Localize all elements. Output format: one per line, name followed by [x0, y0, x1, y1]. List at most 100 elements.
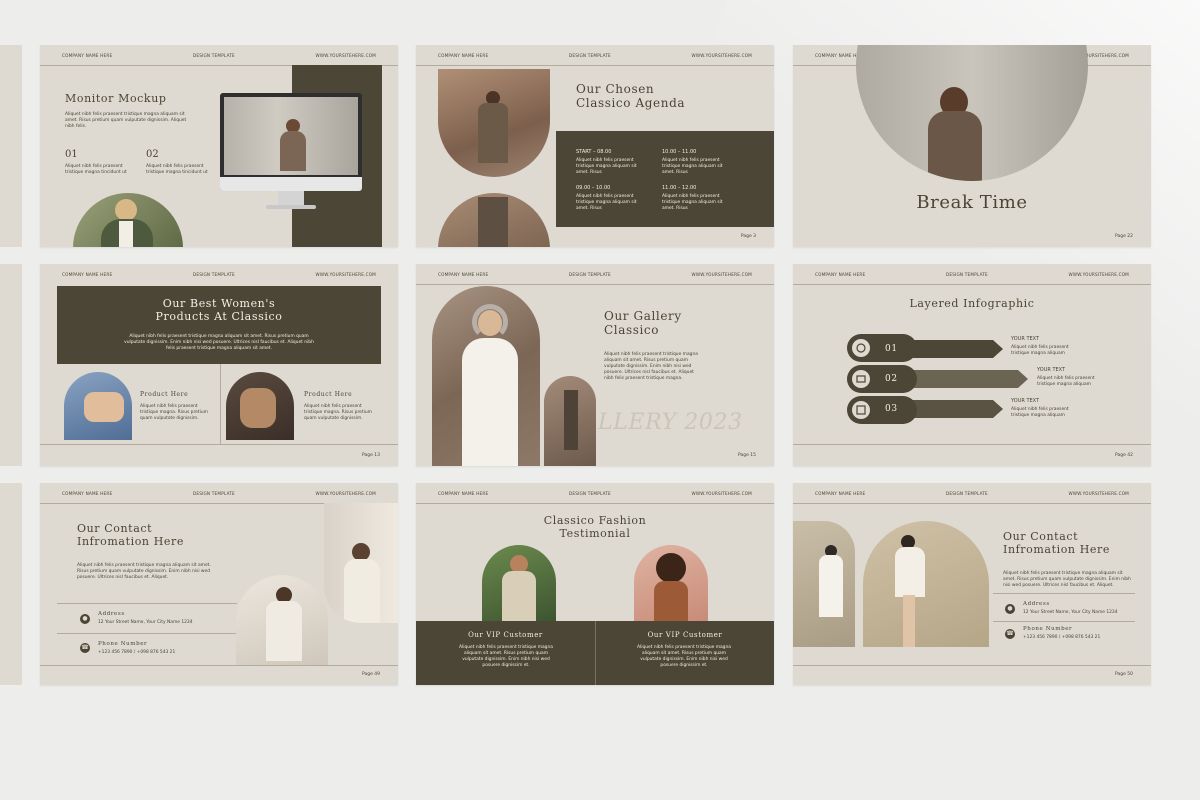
layer-number-2: 02 [885, 374, 898, 384]
divider [57, 633, 237, 634]
title-line-1: Our Gallery [604, 309, 682, 323]
phone-icon: ☎ [1005, 629, 1015, 639]
site-label: WWW.YOURSITEHERE.COM [691, 491, 752, 496]
address-value: 12 Your Street Name, Your City Name 1234 [98, 620, 193, 625]
guide-line [40, 444, 398, 445]
infographic-graphic [847, 334, 1028, 424]
customer-name-2: Our VIP Customer [647, 631, 723, 639]
page-number: Page 49 [361, 672, 380, 677]
page-number: Page 3 [740, 234, 756, 239]
slide-title: Layered Infographic [909, 297, 1035, 310]
monitor-stand [278, 191, 304, 205]
slide-testimonial[interactable]: COMPANY NAME HERE DESIGN TEMPLATE WWW.YO… [416, 483, 774, 685]
site-label: WWW.YOURSITEHERE.COM [691, 53, 752, 58]
product-photo-1 [64, 372, 132, 440]
divider [993, 593, 1135, 594]
banner-paragraph: Aliquet nibh felis praesent tristique ma… [124, 334, 314, 351]
layer-text-1: Aliquet nibh felis praesent tristique ma… [1011, 345, 1069, 356]
site-label: WWW.YOURSITEHERE.COM [315, 53, 376, 58]
company-label: COMPANY NAME HERE [62, 272, 113, 277]
slide-paragraph: Aliquet nibh felis praesent tristique ma… [65, 112, 187, 129]
customer-photo-1 [482, 545, 556, 621]
slide-infographic[interactable]: COMPANY NAME HERE DESIGN TEMPLATE WWW.YO… [793, 264, 1151, 466]
title-line-1: Our Chosen [576, 82, 655, 96]
slide-paragraph: Aliquet nibh felis praesent tristique ma… [604, 352, 698, 381]
model-photo-seated [793, 521, 855, 647]
phone-icon: ☎ [80, 643, 90, 653]
slide-agenda[interactable]: COMPANY NAME HERE DESIGN TEMPLATE WWW.YO… [416, 45, 774, 247]
agenda-text-3: Aliquet nibh felis praesent tristique ma… [576, 194, 637, 211]
layer-icon-2 [852, 370, 870, 388]
divider [57, 603, 237, 604]
slide-title: Our Contact Infromation Here [77, 522, 184, 548]
slide-title: Our Contact Infromation Here [1003, 530, 1110, 556]
slide-products[interactable]: COMPANY NAME HERE DESIGN TEMPLATE WWW.YO… [40, 264, 398, 466]
layer-arrow-2 [903, 370, 1028, 388]
phone-label: Phone Number [98, 641, 148, 647]
address-label: Address [98, 611, 125, 617]
slide-gallery[interactable]: COMPANY NAME HERE DESIGN TEMPLATE WWW.YO… [416, 264, 774, 466]
slide-title: Classico Fashion Testimonial [416, 514, 774, 540]
slide-header: COMPANY NAME HERE DESIGN TEMPLATE WWW.YO… [62, 53, 376, 58]
agenda-panel: START – 08.00 Aliquet nibh felis praesen… [556, 131, 774, 227]
slide-break-time[interactable]: COMPANY NAME HERE DESIGN TEMPLATE WWW.YO… [793, 45, 1151, 247]
template-label: DESIGN TEMPLATE [568, 272, 611, 277]
site-label: WWW.YOURSITEHERE.COM [315, 272, 376, 277]
company-label: COMPANY NAME HERE [438, 272, 489, 277]
site-label: WWW.YOURSITEHERE.COM [1068, 491, 1129, 496]
layer-arrow-3 [903, 400, 1003, 418]
title-line-1: Our Contact [77, 522, 153, 535]
agenda-time-4: 11.00 – 12.00 [662, 185, 697, 191]
guide-line [416, 503, 774, 504]
model-photo-gallery-main [432, 286, 540, 466]
address-label: Address [1023, 601, 1050, 607]
layer-label-3: YOUR TEXT [1011, 398, 1040, 404]
slide-paragraph: Aliquet nibh felis praesent tristique ma… [1003, 571, 1131, 588]
site-label: WWW.YOURSITEHERE.COM [691, 272, 752, 277]
title-line-2: Products At Classico [155, 309, 283, 323]
agenda-time-2: 10.00 – 11.00 [662, 149, 697, 155]
phone-value: +123 456 7890 / +098 876 543 21 [98, 650, 176, 655]
template-label: DESIGN TEMPLATE [945, 491, 988, 496]
template-label: DESIGN TEMPLATE [192, 491, 235, 496]
layer-label-1: YOUR TEXT [1011, 336, 1040, 342]
company-label: COMPANY NAME HERE [62, 491, 113, 496]
slide-header: COMPANY NAME HERE DESIGN TEMPLATE WWW.YO… [62, 491, 376, 496]
slide-title: Our Chosen Classico Agenda [576, 82, 686, 111]
title-line-2: Classico Agenda [576, 95, 686, 110]
template-label: DESIGN TEMPLATE [192, 53, 235, 58]
guide-line [40, 665, 398, 666]
layer-text-2: Aliquet nibh felis praesent tristique ma… [1037, 376, 1095, 387]
address-value: 12 Your Street Name, Your City Name 1234 [1023, 610, 1118, 615]
guide-line [793, 665, 1151, 666]
monitor-base [266, 205, 316, 209]
page-number: Page 42 [1114, 453, 1133, 458]
divider [993, 621, 1135, 622]
agenda-time-3: 09.00 – 10.00 [576, 185, 611, 191]
title-line-2: Infromation Here [77, 534, 184, 548]
template-label: DESIGN TEMPLATE [945, 272, 988, 277]
template-label: DESIGN TEMPLATE [568, 53, 611, 58]
slide-contact-2[interactable]: COMPANY NAME HERE DESIGN TEMPLATE WWW.YO… [793, 483, 1151, 685]
step-number-1: 01 [65, 149, 78, 160]
model-photo-rocks [438, 69, 550, 177]
guide-line [416, 65, 774, 66]
divider [220, 364, 221, 444]
slide-contact-1[interactable]: COMPANY NAME HERE DESIGN TEMPLATE WWW.YO… [40, 483, 398, 685]
layer-number-3: 03 [885, 404, 898, 414]
slide-monitor-mockup[interactable]: COMPANY NAME HERE DESIGN TEMPLATE WWW.YO… [40, 45, 398, 247]
layer-number-1: 01 [885, 344, 898, 354]
model-photo-arch [73, 193, 183, 247]
model-photo-circle [856, 45, 1088, 181]
agenda-text-2: Aliquet nibh felis praesent tristique ma… [662, 158, 723, 175]
company-label: COMPANY NAME HERE [62, 53, 113, 58]
title-line-1: Classico Fashion [543, 514, 647, 527]
slide-title: Break Time [916, 192, 1028, 213]
partial-slide-left-row1 [0, 45, 22, 247]
slide-header: COMPANY NAME HERE DESIGN TEMPLATE WWW.YO… [438, 53, 752, 58]
customer-text-2: Aliquet nibh felis praesent tristique ma… [637, 645, 731, 668]
layer-label-2: YOUR TEXT [1037, 367, 1066, 373]
company-label: COMPANY NAME HERE [815, 491, 866, 496]
product-photo-2 [226, 372, 294, 440]
slide-header: COMPANY NAME HERE DESIGN TEMPLATE WWW.YO… [62, 272, 376, 277]
